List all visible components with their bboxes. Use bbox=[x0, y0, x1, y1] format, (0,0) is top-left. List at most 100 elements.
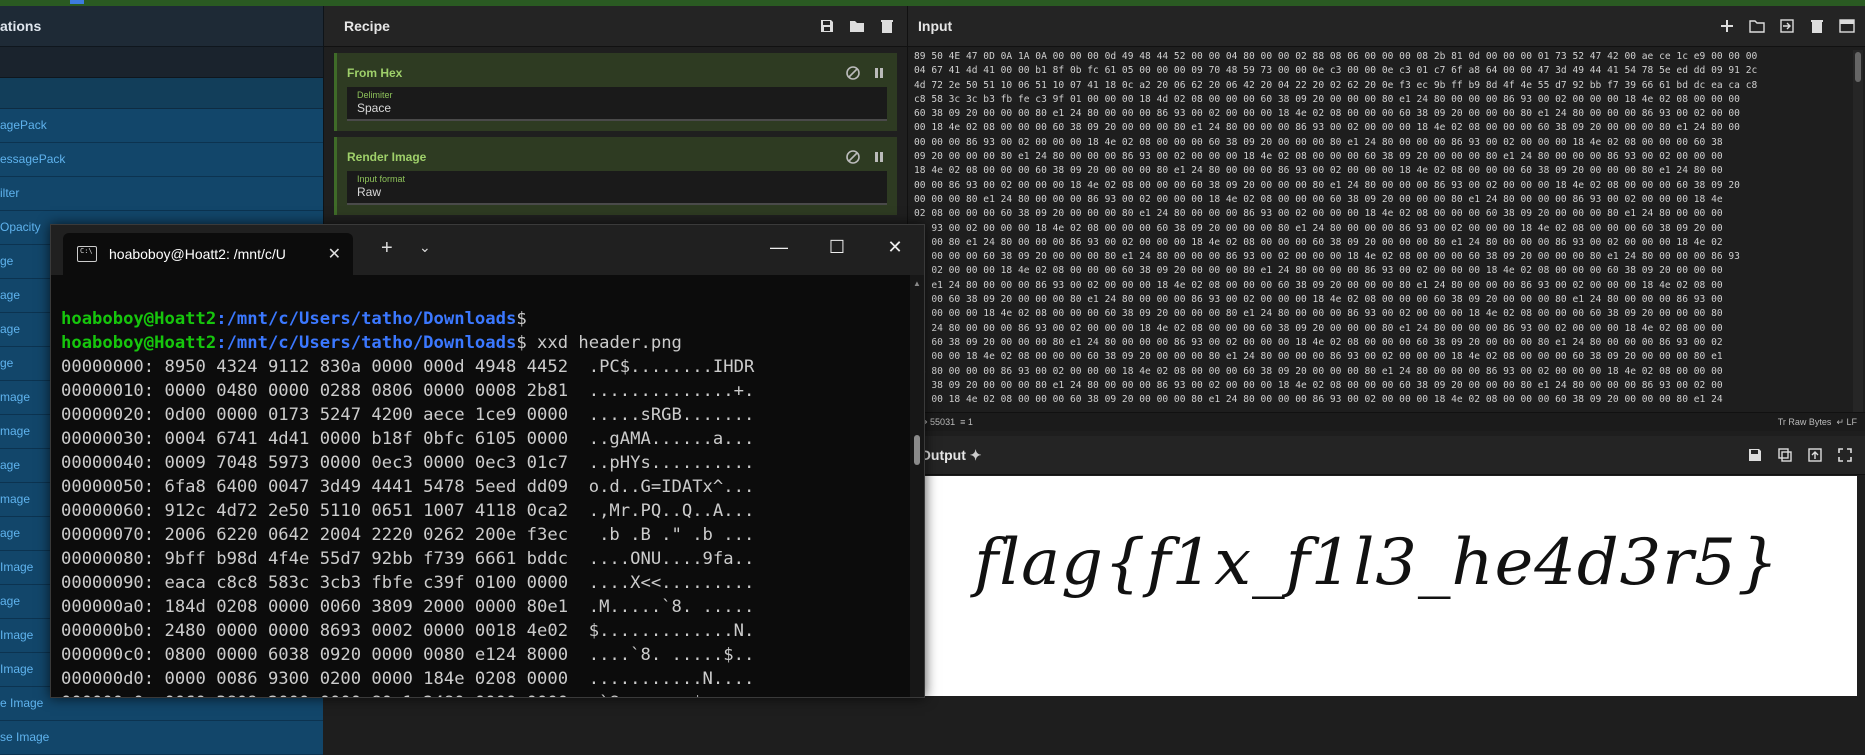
hex-line: 09 20 00 00 00 80 e1 24 80 00 00 00 86 9… bbox=[914, 151, 1723, 163]
import-icon[interactable] bbox=[1779, 18, 1795, 34]
pause-icon[interactable] bbox=[871, 65, 887, 81]
input-header: Input bbox=[908, 6, 1865, 47]
chevron-down-icon[interactable]: ⌄ bbox=[419, 239, 431, 256]
terminal-output[interactable]: hoaboboy@Hoatt2:/mnt/c/Users/tatho/Downl… bbox=[61, 283, 908, 697]
xxd-line: 00000020: 0d00 0000 0173 5247 4200 aece … bbox=[61, 405, 755, 425]
plus-icon[interactable] bbox=[1719, 18, 1735, 34]
hex-line: 60 38 09 20 00 00 00 80 e1 24 80 00 00 0… bbox=[914, 379, 1723, 391]
recipe-op-render-image[interactable]: Render Image Input format Raw bbox=[334, 137, 897, 215]
cmd-icon bbox=[77, 246, 97, 262]
save-icon[interactable] bbox=[1747, 447, 1763, 463]
op-title: Render Image bbox=[347, 150, 427, 164]
trash-icon[interactable] bbox=[879, 18, 895, 34]
input-encoding: Raw Bytes bbox=[1788, 417, 1832, 427]
xxd-line: 00000000: 8950 4324 9112 830a 0000 000d … bbox=[61, 357, 755, 377]
hex-line: 00 00 00 80 e1 24 80 00 00 00 86 93 00 0… bbox=[914, 193, 1723, 205]
terminal-tab-title: hoaboboy@Hoatt2: /mnt/c/U bbox=[109, 246, 286, 262]
hex-line: 04 67 41 4d 41 00 00 b1 8f 0b fc 61 05 0… bbox=[914, 65, 1758, 77]
hex-line: 24 80 00 00 00 86 93 00 02 00 00 00 18 4… bbox=[914, 365, 1723, 377]
close-icon[interactable]: ✕ bbox=[866, 225, 924, 269]
xxd-line: 000000e0: 0060 3809 2000 0000 80e1 2480 … bbox=[61, 691, 908, 697]
trash-icon[interactable] bbox=[1809, 18, 1825, 34]
input-textarea[interactable]: 89 50 4E 47 0D 0A 1A 0A 00 00 00 0d 49 4… bbox=[914, 50, 1849, 418]
input-scrollbar[interactable] bbox=[1853, 50, 1863, 418]
output-panel: Output ✦ flag{f1x_f1l3_he4d3r5} bbox=[908, 436, 1865, 696]
hex-line: 18 4e 02 08 00 00 00 60 38 09 20 00 00 0… bbox=[914, 165, 1723, 177]
xxd-line: 00000010: 0000 0480 0000 0288 0806 0000 … bbox=[61, 381, 755, 401]
operations-search-input[interactable] bbox=[0, 47, 323, 78]
hex-line: 00 00 18 4e 02 08 00 00 00 60 38 09 20 0… bbox=[914, 394, 1723, 406]
hex-line: 00 60 38 09 20 00 00 00 80 e1 24 80 00 0… bbox=[914, 336, 1723, 348]
operation-item[interactable]: essagePack bbox=[0, 143, 323, 177]
folder-icon[interactable] bbox=[849, 18, 865, 34]
xxd-line: 000000d0: 0000 0086 9300 0200 0000 184e … bbox=[61, 669, 755, 689]
input-lines: 1 bbox=[967, 417, 973, 427]
hex-line: 02 00 00 00 18 4e 02 08 00 00 00 60 38 0… bbox=[914, 308, 1723, 320]
recipe-header: Recipe bbox=[324, 6, 907, 47]
hex-line: 00 00 00 86 93 00 02 00 00 00 18 4e 02 0… bbox=[914, 136, 1723, 148]
delimiter-value: Space bbox=[357, 101, 392, 115]
hex-line: 00 00 80 e1 24 80 00 00 00 86 93 00 02 0… bbox=[914, 236, 1723, 248]
minimize-icon[interactable]: — bbox=[750, 225, 808, 269]
hex-line: e1 24 80 00 00 00 86 93 00 02 00 00 00 1… bbox=[914, 322, 1723, 334]
disable-icon[interactable] bbox=[845, 65, 861, 81]
op-title: From Hex bbox=[347, 66, 403, 80]
disable-icon[interactable] bbox=[845, 149, 861, 165]
operations-category[interactable] bbox=[0, 78, 323, 109]
status-right[interactable]: Tr Raw Bytes ↵ LF bbox=[1778, 413, 1857, 431]
xxd-line: 000000a0: 184d 0208 0000 0060 3809 2000 … bbox=[61, 597, 755, 617]
replace-input-icon[interactable] bbox=[1807, 447, 1823, 463]
terminal-scrollbar[interactable]: ▲ bbox=[910, 275, 924, 697]
pause-icon[interactable] bbox=[871, 149, 887, 165]
hex-line: 00 00 00 18 4e 02 08 00 00 00 60 38 09 2… bbox=[914, 351, 1723, 363]
terminal-tab[interactable]: hoaboboy@Hoatt2: /mnt/c/U ✕ bbox=[63, 233, 353, 275]
input-eol: LF bbox=[1846, 417, 1857, 427]
hex-line: 4d 72 2e 50 51 10 06 51 10 07 41 18 0c a… bbox=[914, 79, 1758, 91]
operations-title: ations bbox=[0, 6, 323, 47]
close-tab-icon[interactable]: ✕ bbox=[328, 244, 341, 264]
recipe-title: Recipe bbox=[344, 18, 390, 34]
operation-item[interactable]: agePack bbox=[0, 109, 323, 143]
operation-item[interactable]: se Image bbox=[0, 721, 323, 755]
flag-text: flag{f1x_f1l3_he4d3r5} bbox=[974, 526, 1780, 600]
new-tab-icon[interactable]: + bbox=[381, 237, 393, 260]
xxd-line: 000000b0: 2480 0000 0000 8693 0002 0000 … bbox=[61, 621, 755, 641]
output-rendered-image: flag{f1x_f1l3_he4d3r5} bbox=[922, 476, 1857, 696]
hex-line: 80 e1 24 80 00 00 00 86 93 00 02 00 00 0… bbox=[914, 279, 1723, 291]
xxd-line: 00000060: 912c 4d72 2e50 5110 0651 1007 … bbox=[61, 501, 755, 521]
hex-line: 02 08 00 00 00 60 38 09 20 00 00 00 80 e… bbox=[914, 208, 1723, 220]
delimiter-field[interactable]: Delimiter Space bbox=[347, 87, 887, 121]
xxd-line: 00000090: eaca c8c8 583c 3cb3 fbfe c39f … bbox=[61, 573, 755, 593]
operation-item[interactable]: ilter bbox=[0, 177, 323, 211]
input-title: Input bbox=[918, 18, 953, 34]
open-folder-icon[interactable] bbox=[1749, 18, 1765, 34]
prompt-line: hoaboboy@Hoatt2:/mnt/c/Users/tatho/Downl… bbox=[61, 309, 527, 329]
xxd-line: 00000050: 6fa8 6400 0047 3d49 4441 5478 … bbox=[61, 477, 755, 497]
hex-line: 86 93 00 02 00 00 00 18 4e 02 08 00 00 0… bbox=[914, 222, 1723, 234]
input-panel: Input 89 50 4E 47 0D 0A 1A 0A 00 00 00 0… bbox=[908, 6, 1865, 430]
save-icon[interactable] bbox=[819, 18, 835, 34]
maximize-icon[interactable] bbox=[1837, 447, 1853, 463]
xxd-output: 00000000: 8950 4324 9112 830a 0000 000d … bbox=[61, 355, 908, 697]
xxd-line: 00000070: 2006 6220 0642 2004 2220 0262 … bbox=[61, 525, 755, 545]
command-line: hoaboboy@Hoatt2:/mnt/c/Users/tatho/Downl… bbox=[61, 333, 682, 353]
magic-wand-icon[interactable]: ✦ bbox=[970, 447, 982, 463]
input-format-field[interactable]: Input format Raw bbox=[347, 171, 887, 205]
recipe-op-from-hex[interactable]: From Hex Delimiter Space bbox=[334, 53, 897, 131]
top-strip-highlight bbox=[70, 0, 84, 4]
output-header: Output ✦ bbox=[908, 436, 1865, 475]
maximize-icon[interactable]: ☐ bbox=[808, 225, 866, 269]
hex-line: 00 18 4e 02 08 00 00 00 60 38 09 20 00 0… bbox=[914, 122, 1740, 134]
xxd-line: 000000c0: 0800 0000 6038 0920 0000 0080 … bbox=[61, 645, 755, 665]
xxd-line: 00000030: 0004 6741 4d41 0000 b18f 0bfc … bbox=[61, 429, 755, 449]
hex-line: 60 38 09 20 00 00 00 80 e1 24 80 00 00 0… bbox=[914, 108, 1740, 120]
layout-icon[interactable] bbox=[1839, 18, 1855, 34]
copy-icon[interactable] bbox=[1777, 447, 1793, 463]
hex-line: 89 50 4E 47 0D 0A 1A 0A 00 00 00 0d 49 4… bbox=[914, 51, 1758, 62]
input-status-bar: ↦ 55031 ≡ 1 Tr Raw Bytes ↵ LF bbox=[908, 412, 1865, 431]
hex-line: 08 00 00 00 60 38 09 20 00 00 00 80 e1 2… bbox=[914, 251, 1740, 263]
terminal-window[interactable]: hoaboboy@Hoatt2: /mnt/c/U ✕ + ⌄ — ☐ ✕ ho… bbox=[50, 224, 925, 698]
input-format-value: Raw bbox=[357, 185, 382, 199]
hex-line: 00 00 86 93 00 02 00 00 00 18 4e 02 08 0… bbox=[914, 179, 1740, 191]
terminal-titlebar[interactable]: hoaboboy@Hoatt2: /mnt/c/U ✕ + ⌄ — ☐ ✕ bbox=[51, 225, 924, 275]
